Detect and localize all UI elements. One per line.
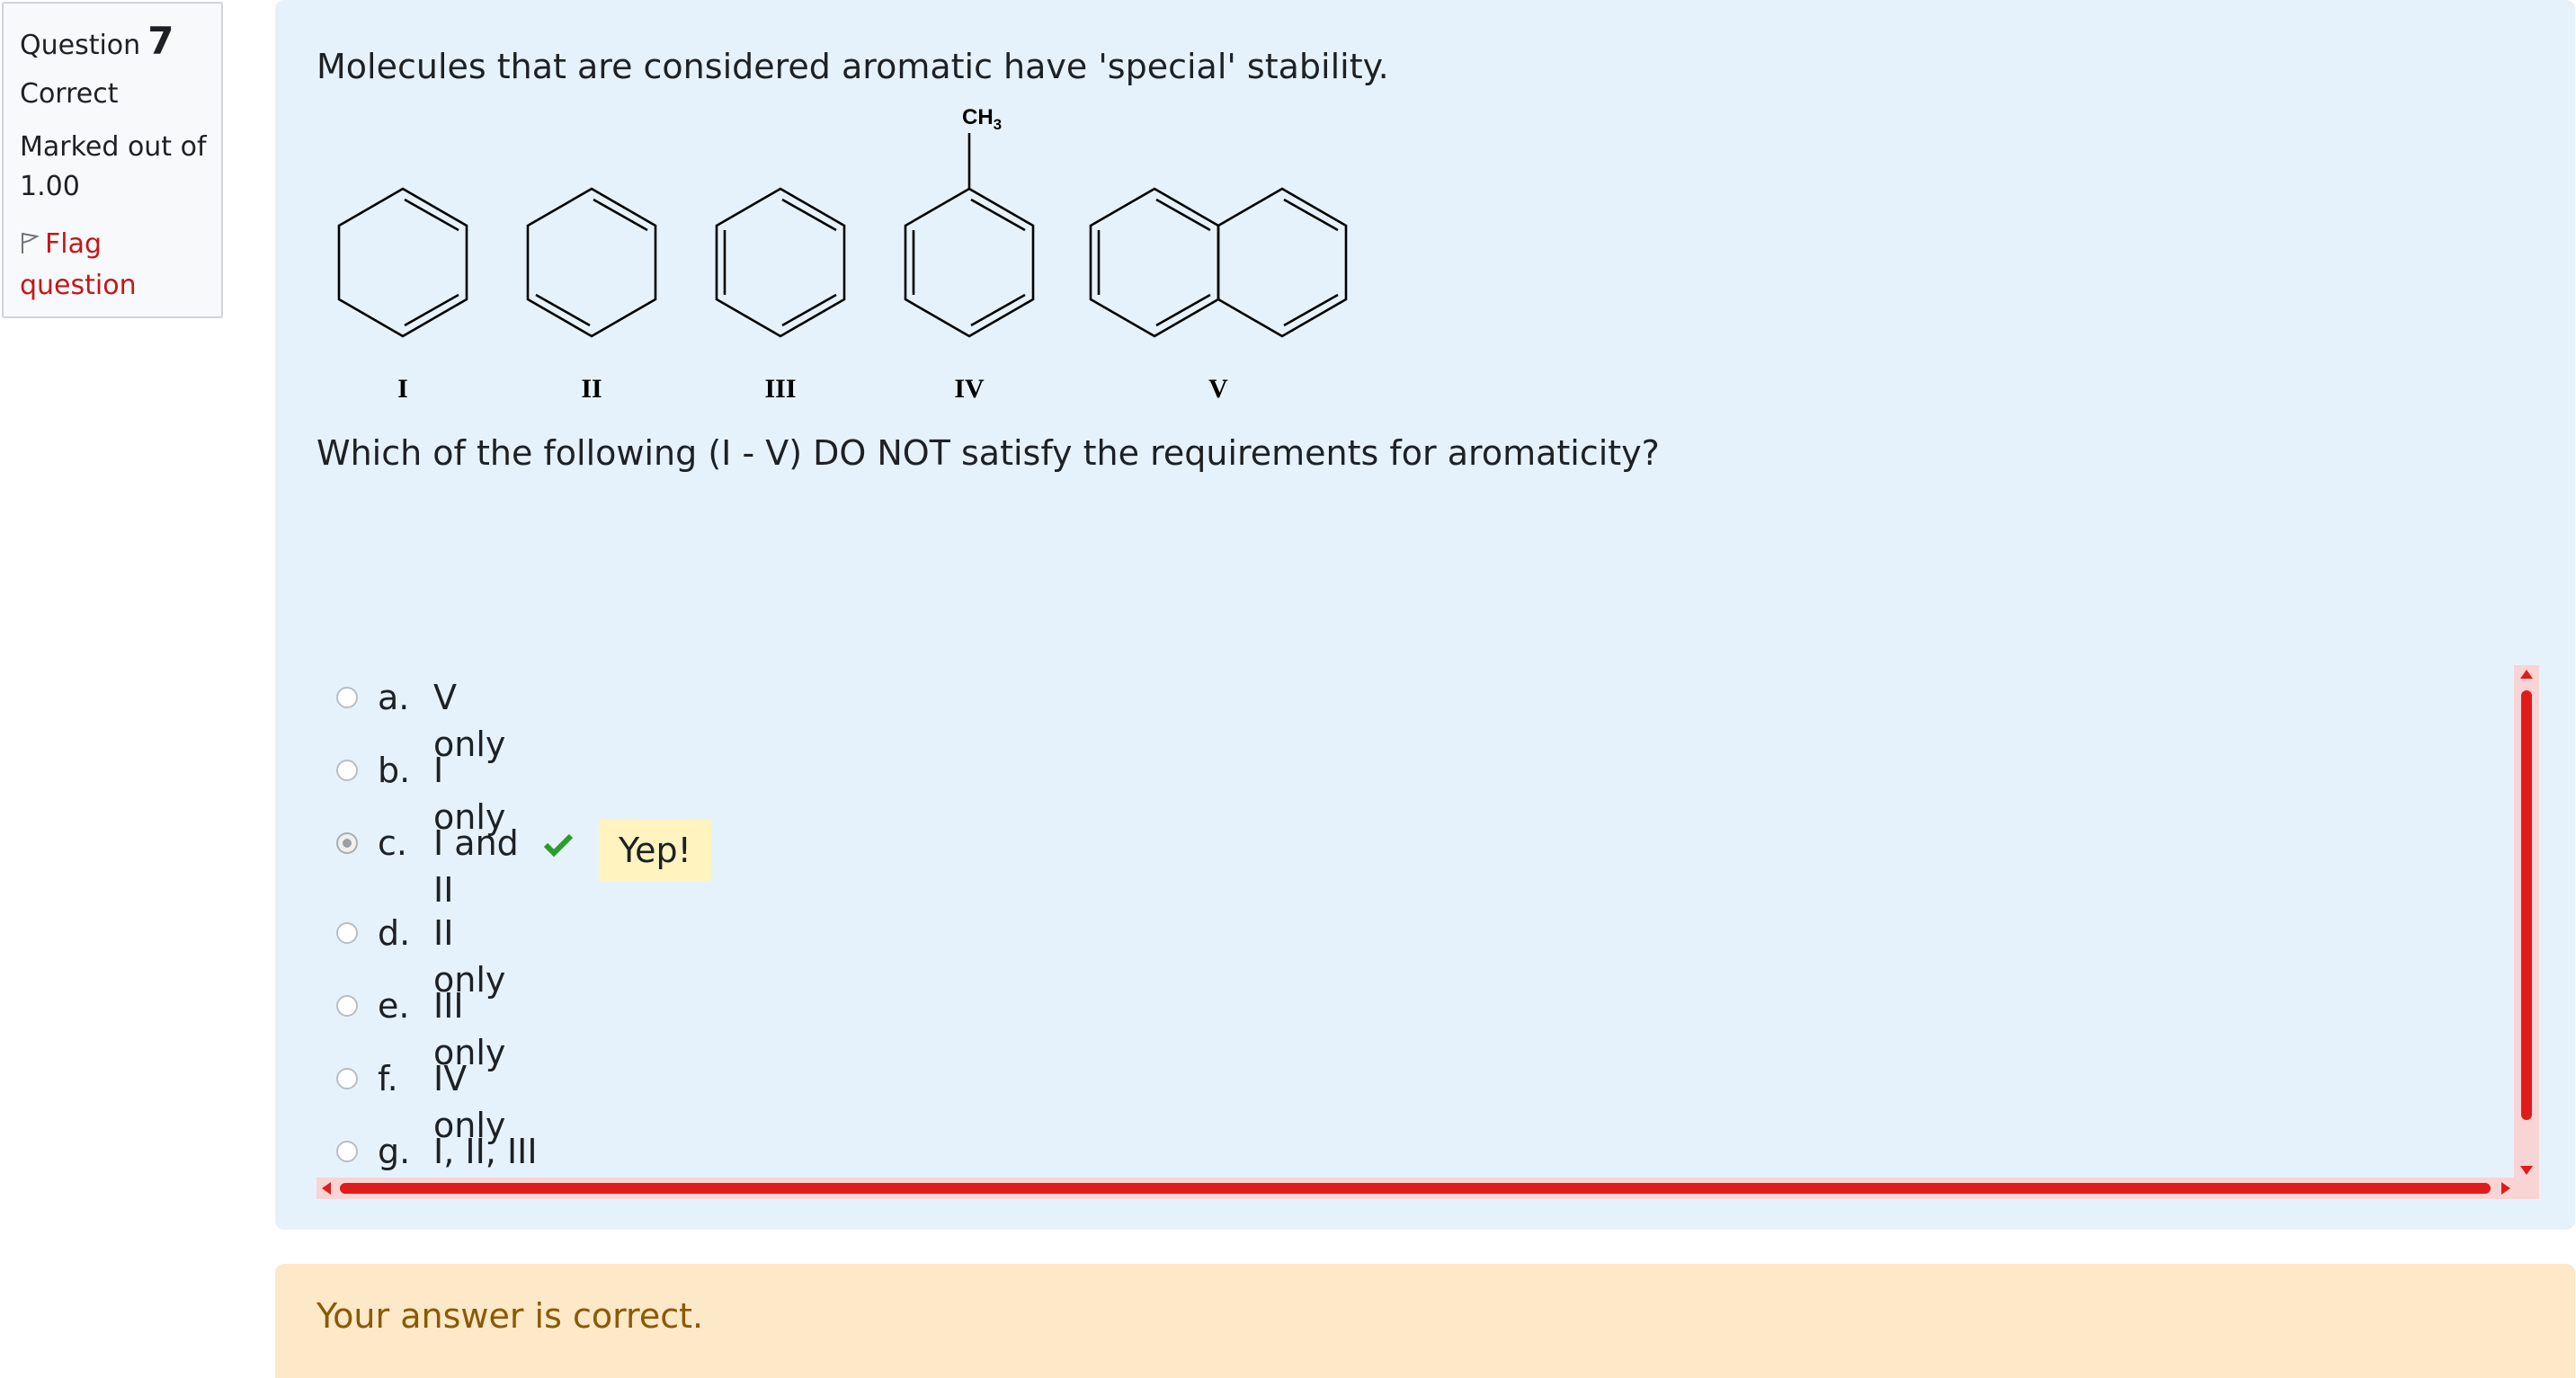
structure-label: IV <box>954 374 985 404</box>
scroll-up-arrow-icon[interactable] <box>2520 670 2533 679</box>
answer-radio[interactable] <box>336 1141 358 1162</box>
answer-letter: c. <box>378 823 407 863</box>
structure-label: I <box>397 374 408 404</box>
question-grade: Marked out of 1.00 <box>20 131 207 202</box>
vertical-scrollbar[interactable] <box>2514 665 2539 1179</box>
question-number-heading: Question 7 <box>20 22 221 66</box>
question-number: 7 <box>147 19 174 63</box>
methyl-label: CH3 <box>962 105 1002 133</box>
answer-radio[interactable] <box>336 687 358 708</box>
answer-letter: f. <box>378 1059 398 1098</box>
flag-icon <box>20 227 40 266</box>
structure-label: II <box>581 374 602 404</box>
scroll-down-arrow-icon[interactable] <box>2520 1166 2533 1175</box>
answer-letter: b. <box>378 751 411 790</box>
answer-radio[interactable] <box>336 1068 358 1089</box>
correct-check-icon <box>543 823 574 870</box>
answer-option-c[interactable]: c. I and II Yep! <box>316 820 711 913</box>
scroll-right-arrow-icon[interactable] <box>2501 1182 2510 1195</box>
question-state: Correct <box>20 78 119 110</box>
answer-letter: a. <box>378 678 410 717</box>
question-info-panel: Question 7 Correct Marked out of 1.00 Fl… <box>2 2 223 318</box>
answer-radio[interactable] <box>336 995 358 1017</box>
structure-label: III <box>764 374 796 404</box>
answer-radio[interactable] <box>336 760 358 781</box>
vertical-scroll-thumb[interactable] <box>2521 690 2532 1120</box>
answer-option-g[interactable]: g. I, II, III <box>316 1128 538 1175</box>
structure-v <box>1089 187 1348 338</box>
answer-letter: g. <box>378 1132 411 1171</box>
structure-iv <box>904 133 1035 338</box>
structure-i <box>337 187 468 338</box>
answer-letter: d. <box>378 913 411 953</box>
scroll-left-arrow-icon[interactable] <box>322 1182 331 1195</box>
question-formulation: Molecules that are considered aromatic h… <box>275 0 2575 1230</box>
answer-label[interactable]: I, II, III <box>433 1128 538 1175</box>
structure-ii <box>526 187 657 338</box>
answer-radio-selected[interactable] <box>336 832 358 854</box>
structure-iii <box>715 187 846 338</box>
horizontal-scrollbar[interactable] <box>316 1178 2539 1199</box>
question-outcome: Your answer is correct. <box>275 1264 2575 1378</box>
answer-feedback: Yep! <box>599 820 711 881</box>
answer-radio[interactable] <box>336 922 358 944</box>
flag-question-link[interactable]: Flag question <box>20 225 218 306</box>
molecule-structures-image: CH3 I II III IV V <box>316 97 1629 424</box>
outcome-message: Your answer is correct. <box>316 1296 704 1336</box>
molecule-structures-svg: CH3 I II III IV V <box>337 105 1348 404</box>
question-prompt: Which of the following (I - V) DO NOT sa… <box>316 433 1660 473</box>
answer-options: a. V only b. I only c. I and II Yep! d. … <box>316 665 2530 1197</box>
question-label: Question <box>20 30 141 61</box>
answer-label[interactable]: I and II <box>433 820 523 913</box>
horizontal-scroll-thumb[interactable] <box>340 1183 2491 1194</box>
question-text: Molecules that are considered aromatic h… <box>316 47 1389 86</box>
structure-label: V <box>1208 374 1228 404</box>
answer-letter: e. <box>378 986 410 1026</box>
